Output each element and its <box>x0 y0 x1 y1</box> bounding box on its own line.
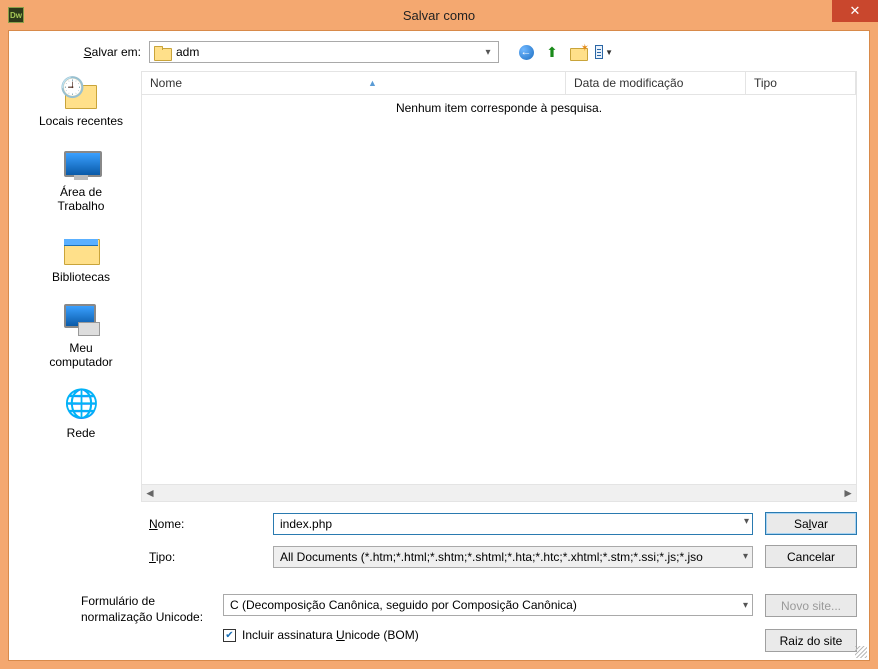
up-one-level-button[interactable]: ⬆ <box>543 43 561 61</box>
new-folder-icon <box>570 46 586 59</box>
chevron-down-icon[interactable]: ▾ <box>744 516 749 527</box>
close-button[interactable]: ✕ <box>832 0 878 22</box>
filename-form: Nome: ▾ Salvar Tipo: All Documents (*.ht… <box>141 502 857 578</box>
network-icon <box>60 387 102 423</box>
chevron-down-icon: ▼ <box>605 48 613 57</box>
place-desktop[interactable]: Área deTrabalho <box>58 146 105 213</box>
save-as-dialog: Dw Salvar como ✕ Salvar em: adm ▾ ← ⬆ ▼ <box>0 0 878 669</box>
titlebar: Dw Salvar como ✕ <box>0 0 878 30</box>
filetype-select[interactable]: All Documents (*.htm;*.html;*.shtm;*.sht… <box>273 546 753 568</box>
body-split: Locais recentes Área deTrabalho Bibliote… <box>21 71 857 578</box>
chevron-down-icon[interactable]: ▾ <box>743 551 748 562</box>
new-folder-button[interactable] <box>569 43 587 61</box>
save-button[interactable]: Salvar <box>765 512 857 535</box>
recent-places-icon <box>60 75 102 111</box>
file-list-pane: Nome▲ Data de modificação Tipo Nenhum it… <box>141 71 857 578</box>
column-header-type[interactable]: Tipo <box>746 72 856 94</box>
computer-icon <box>60 302 102 338</box>
place-recent[interactable]: Locais recentes <box>39 75 123 128</box>
horizontal-scrollbar[interactable]: ◄► <box>141 485 857 502</box>
places-bar: Locais recentes Área deTrabalho Bibliote… <box>21 71 141 578</box>
new-site-button: Novo site... <box>765 594 857 617</box>
site-root-button[interactable]: Raiz do site <box>765 629 857 652</box>
filename-input-wrap: ▾ <box>273 513 753 535</box>
scroll-right-icon[interactable]: ► <box>842 486 854 500</box>
column-header-date[interactable]: Data de modificação <box>566 72 746 94</box>
unicode-normalization-value: C (Decomposição Canônica, seguido por Co… <box>230 598 577 612</box>
client-area: Salvar em: adm ▾ ← ⬆ ▼ Locais recentes <box>8 30 870 661</box>
place-computer[interactable]: Meucomputador <box>49 302 112 369</box>
folder-icon <box>154 46 170 59</box>
place-network[interactable]: Rede <box>60 387 102 440</box>
up-arrow-icon: ⬆ <box>546 44 558 61</box>
chevron-down-icon[interactable]: ▾ <box>480 47 496 58</box>
save-in-value: adm <box>176 45 199 59</box>
unicode-options: Formulário de normalização Unicode: C (D… <box>21 594 857 652</box>
app-icon: Dw <box>8 7 24 23</box>
views-menu-button[interactable]: ▼ <box>595 43 613 61</box>
include-bom-checkbox[interactable]: ✔ <box>223 629 236 642</box>
filename-input[interactable] <box>273 513 753 535</box>
nav-icons: ← ⬆ ▼ <box>517 43 613 61</box>
save-in-row: Salvar em: adm ▾ ← ⬆ ▼ <box>21 41 857 63</box>
include-bom-label: Incluir assinatura Unicode (BOM) <box>242 628 419 642</box>
filename-label: Nome: <box>141 517 261 531</box>
filetype-label: Tipo: <box>141 550 261 564</box>
list-header: Nome▲ Data de modificação Tipo <box>141 71 857 95</box>
cancel-button[interactable]: Cancelar <box>765 545 857 568</box>
save-in-label: Salvar em: <box>21 45 141 59</box>
filetype-value: All Documents (*.htm;*.html;*.shtm;*.sht… <box>280 550 703 564</box>
file-list[interactable]: Nenhum item corresponde à pesquisa. <box>141 95 857 485</box>
sort-asc-icon: ▲ <box>368 78 377 88</box>
window-title: Salvar como <box>0 8 878 23</box>
empty-message: Nenhum item corresponde à pesquisa. <box>142 95 856 115</box>
place-label: Bibliotecas <box>52 270 110 284</box>
views-icon <box>595 45 603 59</box>
unicode-normalization-label: Formulário de normalização Unicode: <box>21 594 211 625</box>
desktop-icon <box>60 146 102 182</box>
save-in-combo[interactable]: adm ▾ <box>149 41 499 63</box>
unicode-normalization-select[interactable]: C (Decomposição Canônica, seguido por Co… <box>223 594 753 616</box>
place-label: Área deTrabalho <box>58 185 105 213</box>
place-libraries[interactable]: Bibliotecas <box>52 231 110 284</box>
column-header-name[interactable]: Nome▲ <box>142 72 566 94</box>
place-label: Meucomputador <box>49 341 112 369</box>
include-bom-checkbox-row[interactable]: ✔ Incluir assinatura Unicode (BOM) <box>223 628 753 642</box>
place-label: Rede <box>67 426 96 440</box>
back-button[interactable]: ← <box>517 43 535 61</box>
scroll-left-icon[interactable]: ◄ <box>144 486 156 500</box>
back-icon: ← <box>519 45 534 60</box>
resize-grip[interactable] <box>855 646 867 658</box>
libraries-icon <box>60 231 102 267</box>
chevron-down-icon[interactable]: ▾ <box>743 600 748 611</box>
place-label: Locais recentes <box>39 114 123 128</box>
